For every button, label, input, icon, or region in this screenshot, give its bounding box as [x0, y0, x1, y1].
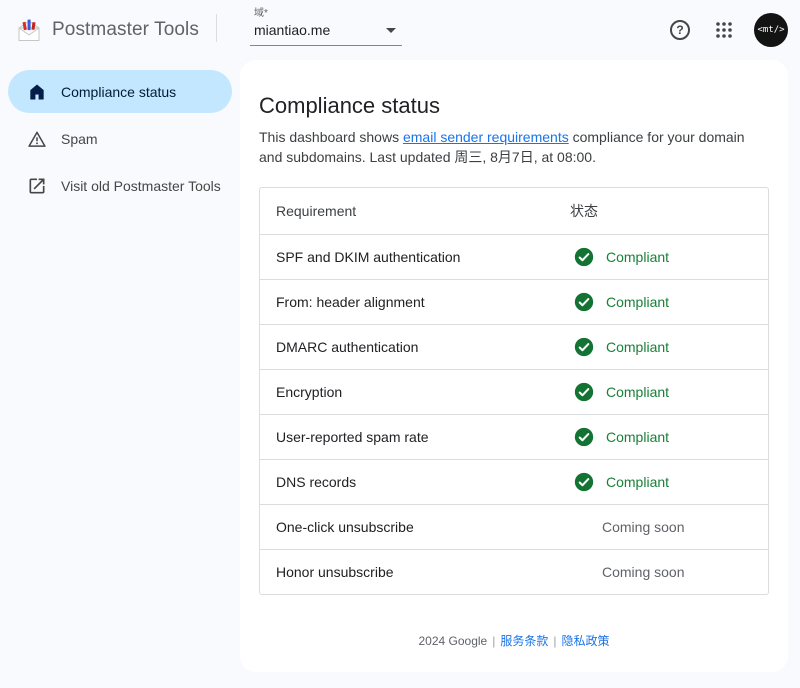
avatar[interactable]: <mt/> — [754, 13, 788, 47]
status-coming-soon-label: Coming soon — [602, 564, 685, 580]
copyright-text: 2024 Google — [418, 634, 487, 648]
status-cell: Compliant — [570, 382, 768, 402]
requirement-cell: SPF and DKIM authentication — [260, 249, 570, 265]
status-cell: Compliant — [570, 472, 768, 492]
status-compliant-label: Compliant — [606, 384, 669, 400]
requirement-cell: Honor unsubscribe — [260, 564, 570, 580]
status-compliant-label: Compliant — [606, 249, 669, 265]
postmaster-logo-icon — [16, 17, 42, 43]
compliant-check-icon — [574, 472, 594, 492]
sidebar-item-label: Visit old Postmaster Tools — [61, 178, 221, 194]
sidebar-item-compliance-status[interactable]: Compliance status — [8, 70, 232, 113]
status-cell: Compliant — [570, 292, 768, 312]
compliant-check-icon — [574, 337, 594, 357]
card-footer: 2024 Google | 服务条款 | 隐私政策 — [240, 632, 788, 649]
status-cell: Compliant — [570, 427, 768, 447]
table-row: SPF and DKIM authentication Compliant — [260, 234, 768, 279]
requirement-cell: DMARC authentication — [260, 339, 570, 355]
compliant-check-icon — [574, 292, 594, 312]
status-column-header: 状态 — [570, 201, 768, 221]
table-row: From: header alignment Compliant — [260, 279, 768, 324]
table-row: DMARC authentication Compliant — [260, 324, 768, 369]
status-cell: Compliant — [570, 247, 768, 267]
compliance-table-body: SPF and DKIM authenticationCompliantFrom… — [260, 234, 768, 594]
compliant-check-icon — [574, 247, 594, 267]
status-compliant-label: Compliant — [606, 339, 669, 355]
sidebar-item-visit-old-postmaster-tools[interactable]: Visit old Postmaster Tools — [8, 164, 232, 207]
sidebar-item-label: Compliance status — [61, 84, 176, 100]
status-compliant-label: Compliant — [606, 294, 669, 310]
apps-grid-button[interactable] — [710, 16, 738, 44]
footer-separator: | — [492, 634, 495, 648]
table-row: Encryption Compliant — [260, 369, 768, 414]
main-content-card: Compliance status This dashboard shows e… — [240, 60, 788, 672]
status-cell: Coming soon — [570, 564, 768, 580]
table-header-row: Requirement 状态 — [260, 188, 768, 234]
requirement-cell: User-reported spam rate — [260, 429, 570, 445]
page-description: This dashboard shows email sender requir… — [259, 127, 769, 167]
status-compliant-label: Compliant — [606, 474, 669, 490]
requirement-cell: Encryption — [260, 384, 570, 400]
apps-grid-icon — [715, 21, 733, 39]
sidebar-item-label: Spam — [61, 131, 98, 147]
app-title: Postmaster Tools — [52, 19, 199, 41]
chevron-down-icon — [386, 28, 396, 33]
status-compliant-label: Compliant — [606, 429, 669, 445]
app-bar: Postmaster Tools 域* miantiao.me ? <mt/> — [0, 0, 800, 60]
privacy-policy-link[interactable]: 隐私政策 — [561, 634, 609, 648]
compliant-check-icon — [574, 382, 594, 402]
table-row: One-click unsubscribe Coming soon — [260, 504, 768, 549]
table-row: User-reported spam rate Compliant — [260, 414, 768, 459]
open-in-new-icon — [27, 176, 47, 196]
domain-selector-label: 域* — [254, 8, 400, 20]
appbar-divider — [216, 14, 217, 42]
home-icon — [27, 82, 47, 102]
requirement-cell: One-click unsubscribe — [260, 519, 570, 535]
requirement-cell: From: header alignment — [260, 294, 570, 310]
warning-icon — [27, 129, 47, 149]
help-icon: ? — [670, 20, 690, 40]
status-cell: Compliant — [570, 337, 768, 357]
sidebar: Compliance status Spam Visit old Postmas… — [0, 60, 240, 211]
requirement-cell: DNS records — [260, 474, 570, 490]
table-row: DNS records Compliant — [260, 459, 768, 504]
domain-selector-value: miantiao.me — [254, 22, 330, 38]
email-sender-requirements-link[interactable]: email sender requirements — [403, 129, 569, 145]
page-title: Compliance status — [259, 92, 769, 120]
description-text: This dashboard shows — [259, 129, 403, 145]
footer-separator: | — [553, 634, 556, 648]
sidebar-item-spam[interactable]: Spam — [8, 117, 232, 160]
help-button[interactable]: ? — [666, 16, 694, 44]
compliant-check-icon — [574, 427, 594, 447]
app-logo-block: Postmaster Tools — [0, 17, 199, 43]
requirement-column-header: Requirement — [260, 203, 570, 219]
table-row: Honor unsubscribe Coming soon — [260, 549, 768, 594]
terms-of-service-link[interactable]: 服务条款 — [500, 634, 548, 648]
domain-selector[interactable]: 域* miantiao.me — [250, 6, 402, 46]
status-cell: Coming soon — [570, 519, 768, 535]
status-coming-soon-label: Coming soon — [602, 519, 685, 535]
compliance-table: Requirement 状态 SPF and DKIM authenticati… — [259, 187, 769, 595]
